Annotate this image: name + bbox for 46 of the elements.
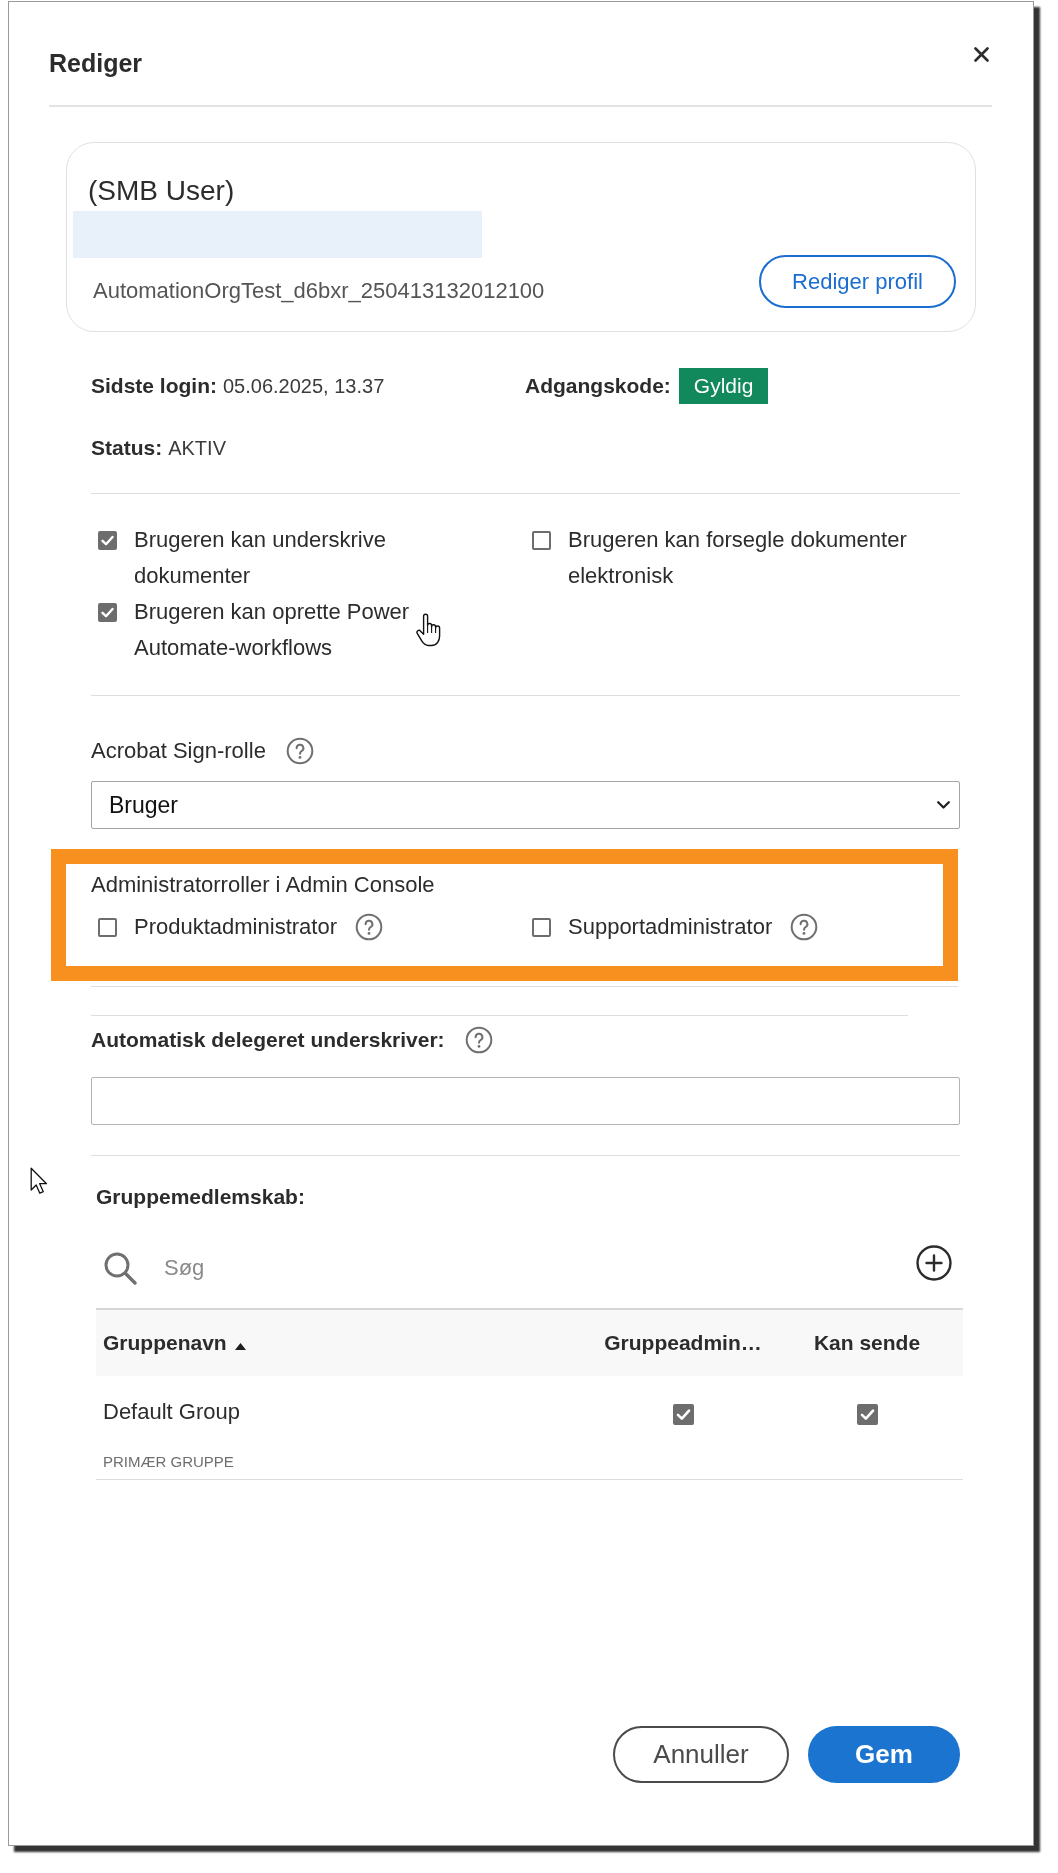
field-label: Sidste login: [91, 374, 217, 398]
organization-name: AutomationOrgTest_d6bxr_250413132012100 [93, 277, 545, 305]
field-label: Adgangskode: [525, 374, 671, 398]
checkbox[interactable] [98, 530, 117, 550]
field-label: Status: [91, 436, 163, 460]
field-value: AKTIV [168, 436, 226, 460]
role-dropdown[interactable]: Bruger [91, 781, 960, 829]
search-field[interactable]: Søg [96, 1245, 703, 1291]
search-icon [103, 1251, 137, 1285]
help-icon[interactable] [464, 1026, 493, 1054]
help-icon[interactable] [285, 737, 314, 765]
cancel-button[interactable]: Annuller [613, 1726, 789, 1783]
plus-circle-icon[interactable] [916, 1245, 952, 1281]
column-header[interactable]: Kan sende [776, 1331, 958, 1355]
close-icon[interactable] [974, 47, 989, 62]
chevron-down-icon [937, 801, 950, 809]
pointer-cursor-icon [30, 1167, 48, 1195]
input-field[interactable] [91, 1077, 960, 1125]
save-button[interactable]: Gem [808, 1726, 960, 1783]
field-label: Acrobat Sign-rolle [91, 738, 266, 764]
column-header[interactable]: Gruppenavn [96, 1331, 590, 1355]
checkbox-label: Brugeren kan oprette Power Automate-workflows [134, 599, 410, 660]
checkbox-label: Brugeren kan forsegle dokumenter elektronisk [568, 527, 907, 588]
checkbox[interactable] [856, 1403, 878, 1425]
column-header[interactable]: Gruppeadmin… [590, 1331, 776, 1355]
help-icon[interactable] [355, 913, 383, 941]
checkbox[interactable] [532, 917, 551, 937]
checkbox[interactable] [98, 917, 117, 937]
checkbox[interactable] [532, 530, 551, 550]
checkbox-label: Produktadministrator [134, 913, 337, 941]
field-label: Automatisk delegeret underskriver: [91, 1028, 445, 1052]
checkbox[interactable] [672, 1403, 694, 1425]
table-cell-text: Default Group [103, 1398, 240, 1426]
dialog-title: Rediger [49, 48, 143, 79]
field-value: 05.06.2025, 13.37 [223, 374, 385, 398]
status-badge: Gyldig [678, 368, 769, 404]
help-icon[interactable] [790, 913, 819, 941]
hand-cursor-icon [416, 613, 442, 647]
checkbox-label: Brugeren kan underskrive dokumenter [134, 527, 386, 588]
section-title: Gruppemedlemskab: [96, 1184, 305, 1210]
edit-profile-button[interactable]: Rediger profil [759, 255, 956, 308]
checkbox-label: Supportadministrator [568, 913, 773, 941]
profile-name: (SMB User) [88, 174, 235, 208]
checkbox[interactable] [98, 602, 117, 622]
group-tag: PRIMÆR GRUPPE [103, 1452, 234, 1472]
section-title: Administratorroller i Admin Console [91, 871, 435, 899]
